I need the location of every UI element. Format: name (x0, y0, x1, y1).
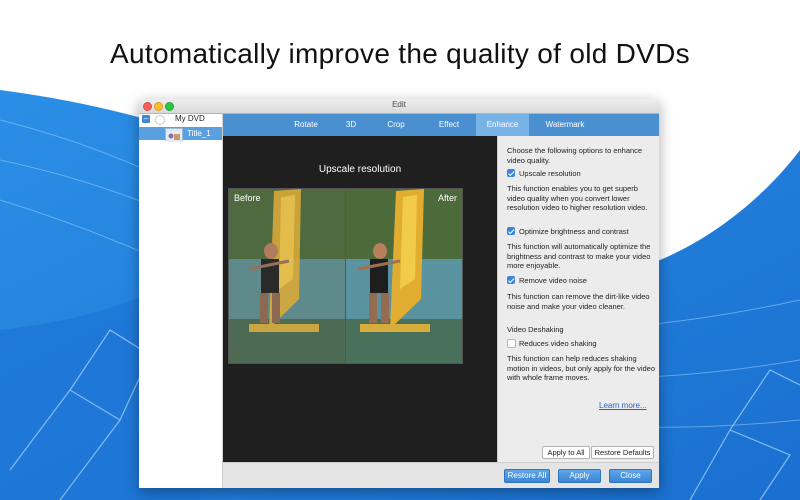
deshake-label: Reduces video shaking (519, 339, 597, 348)
brightness-label: Optimize brightness and contrast (519, 227, 629, 236)
tab-enhance[interactable]: Enhance (476, 114, 529, 136)
deshake-heading: Video Deshaking (507, 325, 564, 334)
brightness-checkbox[interactable] (507, 227, 515, 235)
preview-title: Upscale resolution (318, 164, 402, 175)
tab-crop[interactable]: Crop (376, 114, 416, 136)
upscale-label: Upscale resolution (519, 169, 581, 178)
tree-item-label: Title_1 (187, 129, 211, 138)
tab-rotate[interactable]: Rotate (281, 114, 331, 136)
tab-effect[interactable]: Effect (428, 114, 470, 136)
noise-description: This function can remove the dirt-like v… (507, 292, 650, 311)
noise-checkbox-row[interactable]: Remove video noise (507, 276, 657, 286)
tree-item-title[interactable]: Title_1 (139, 127, 222, 142)
after-label: After (437, 193, 457, 203)
restore-defaults-button[interactable]: Restore Defaults (591, 446, 654, 459)
deshake-checkbox-row[interactable]: Reduces video shaking (507, 339, 657, 349)
options-intro: Choose the following options to enhance … (507, 146, 643, 165)
tree-root-label: My DVD (175, 114, 205, 123)
upscale-checkbox-row[interactable]: Upscale resolution (507, 169, 657, 179)
deshake-description: This function can help reduces shaking m… (507, 354, 656, 383)
bottom-bar: Restore All Apply Close (223, 462, 659, 488)
deshake-checkbox[interactable] (507, 339, 516, 348)
window-title: Edit (392, 100, 406, 109)
before-preview: Before (228, 188, 346, 364)
after-preview: After (345, 188, 463, 364)
learn-more-link[interactable]: Learn more... (599, 401, 647, 410)
preview-area: Upscale resolution Before After (223, 136, 497, 462)
upscale-checkbox[interactable] (507, 169, 515, 177)
edit-window: Edit – My DVD Title_1 Rotate 3D Crop Eff… (139, 99, 659, 488)
apply-to-all-button[interactable]: Apply to All (542, 446, 590, 459)
noise-label: Remove video noise (519, 276, 587, 285)
tab-bar: Rotate 3D Crop Effect Enhance Watermark (223, 114, 659, 136)
noise-checkbox[interactable] (507, 276, 515, 284)
upscale-description: This function enables you to get superb … (507, 184, 648, 213)
close-button[interactable]: Close (609, 469, 652, 483)
brightness-checkbox-row[interactable]: Optimize brightness and contrast (507, 227, 657, 237)
before-label: Before (234, 193, 261, 203)
title-bar: Edit (139, 99, 659, 114)
brightness-description: This function will automatically optimiz… (507, 242, 651, 271)
tab-3d[interactable]: 3D (336, 114, 366, 136)
tree-root-item[interactable]: – My DVD (139, 114, 222, 125)
title-thumbnail (165, 128, 183, 142)
page-headline: Automatically improve the quality of old… (110, 38, 690, 69)
tab-watermark[interactable]: Watermark (537, 114, 593, 136)
collapse-icon[interactable]: – (142, 115, 150, 123)
title-tree: – My DVD Title_1 (139, 114, 223, 488)
enhance-options-panel: Choose the following options to enhance … (497, 136, 659, 462)
restore-all-button[interactable]: Restore All (504, 469, 550, 483)
root-checkbox[interactable] (155, 115, 165, 125)
apply-button[interactable]: Apply (558, 469, 601, 483)
